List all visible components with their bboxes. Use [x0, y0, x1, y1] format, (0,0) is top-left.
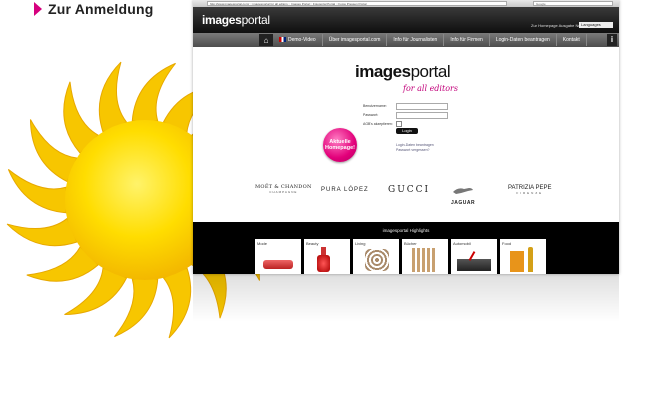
language-select[interactable]: Languages	[579, 22, 613, 28]
sun-ray	[6, 217, 78, 247]
browser-search-input[interactable]: Google	[533, 1, 613, 6]
brand-pura-lopez[interactable]: PURA LÓPEZ	[321, 187, 369, 193]
zur-anmeldung-label: Zur Anmeldung	[48, 1, 154, 17]
perfume-cap-image	[321, 247, 326, 255]
login-links: Login-Daten beantragen Passwort vergesse…	[396, 143, 434, 153]
nav-request-login[interactable]: Login-Daten beantragen	[490, 34, 557, 46]
lamp-image	[365, 249, 389, 271]
category-buecher[interactable]: Bücher	[402, 239, 448, 274]
browser-window: http://www.imagesportal.com/ :: imagespo…	[193, 0, 619, 274]
home-icon[interactable]: ⌂	[259, 34, 273, 46]
brand-moet-chandon[interactable]: MOËT & CHANDON CHAMPAGNE	[255, 184, 312, 194]
brand-patrizia-pepe[interactable]: PATRIZIA PEPE FIRENZE	[508, 185, 551, 195]
car-image	[457, 259, 491, 271]
username-label: Benutzername:	[363, 104, 387, 108]
perfume-bottle-image	[317, 255, 330, 272]
site-logo[interactable]: imagesportal	[202, 13, 270, 27]
sun-ray	[98, 61, 128, 133]
main-nav: ⌂ Demo-Video Über imagesportal.com Info …	[193, 33, 619, 47]
category-food[interactable]: Food	[500, 239, 546, 274]
login-button[interactable]: Login	[396, 128, 418, 134]
bottle-image	[528, 247, 533, 272]
browser-toolbar: http://www.imagesportal.com/ :: imagespo…	[193, 0, 619, 7]
content-logo: imagesportal	[355, 62, 451, 81]
nav-companies[interactable]: Info für Firmen	[444, 34, 490, 46]
info-icon[interactable]: i	[607, 34, 617, 46]
food-box-image	[510, 251, 524, 272]
highlights-title: imagesportal Highlights	[382, 228, 430, 233]
handbag-image	[263, 260, 293, 269]
reflection-overlay	[193, 274, 619, 334]
password-input[interactable]	[396, 112, 448, 119]
category-living[interactable]: Living	[353, 239, 399, 274]
zur-anmeldung-link[interactable]: Zur Anmeldung	[34, 0, 154, 18]
username-input[interactable]	[396, 103, 448, 110]
category-automobil[interactable]: Automobil	[451, 239, 497, 274]
brand-gucci[interactable]: GUCCI	[388, 185, 430, 195]
agb-label: AGB's akzeptieren:	[363, 122, 393, 126]
nav-contact[interactable]: Kontakt	[557, 34, 587, 46]
password-label: Passwort:	[363, 113, 379, 117]
brand-jaguar[interactable]: JAGUAR	[451, 182, 475, 206]
book-cover-image	[412, 248, 436, 272]
category-mode[interactable]: Mode	[255, 239, 301, 274]
current-homepage-badge[interactable]: Aktuelle Homepage!	[323, 128, 357, 162]
nav-demo-video[interactable]: Demo-Video	[273, 34, 323, 46]
address-bar[interactable]: http://www.imagesportal.com/ :: imagespo…	[207, 1, 507, 6]
jaguar-leaper-icon	[453, 188, 474, 194]
forgot-password-link[interactable]: Passwort vergessen?	[396, 148, 434, 153]
highlights-section: imagesportal Highlights Mode Beauty Livi…	[193, 222, 619, 274]
tagline: for all editors	[403, 84, 458, 93]
agb-checkbox[interactable]	[396, 121, 402, 127]
sun-ray	[162, 267, 192, 339]
nav-about[interactable]: Über imagesportal.com	[323, 34, 388, 46]
site-header: imagesportal Zur Homepage Ausgabe Nr.: 1…	[193, 7, 619, 33]
uk-flag-icon	[279, 37, 286, 43]
nav-journalists[interactable]: Info für Journalisten	[387, 34, 445, 46]
arrow-right-icon	[34, 2, 42, 16]
category-beauty[interactable]: Beauty	[304, 239, 350, 274]
